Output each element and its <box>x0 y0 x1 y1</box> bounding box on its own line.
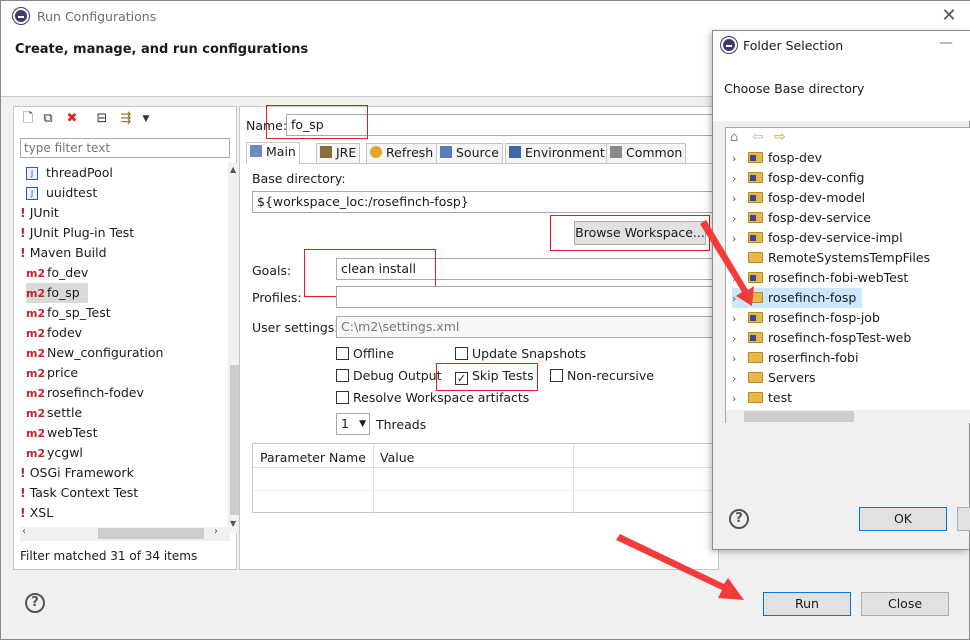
arrow-to-run-button <box>616 534 744 600</box>
annotation-arrows <box>616 220 754 600</box>
arrow-to-folder <box>700 220 754 306</box>
